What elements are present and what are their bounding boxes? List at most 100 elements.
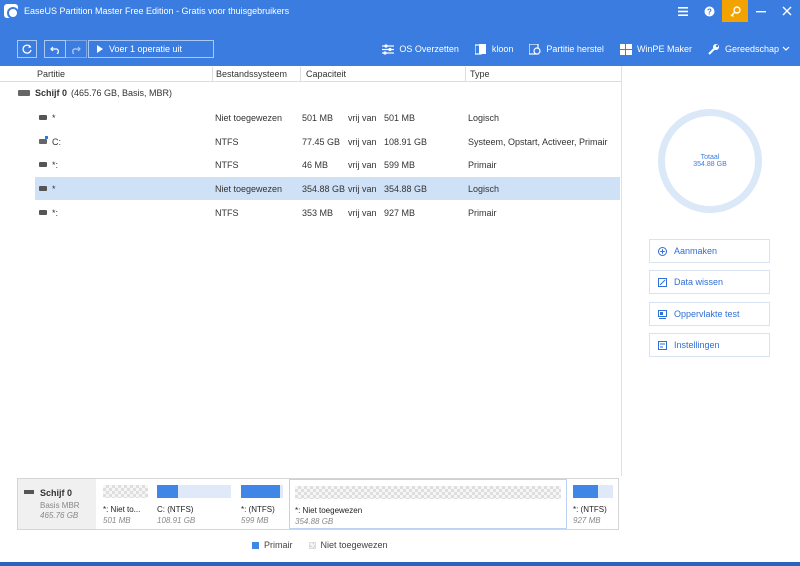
partitie-herstel-label: Partitie herstel [546, 44, 604, 54]
tools-icon [708, 43, 719, 55]
os-overzetten-label: OS Overzetten [399, 44, 459, 54]
disk-map-partition[interactable]: *: (NTFS) 599 MB [236, 479, 288, 529]
help-icon[interactable]: ? [696, 0, 722, 22]
disk-map-partition[interactable]: *: Niet to... 501 MB [98, 479, 153, 529]
legend-primary-label: Primair [264, 540, 293, 550]
refresh-button[interactable] [17, 40, 37, 58]
table-row[interactable]: * Niet toegewezen 501 MB vrij van 501 MB… [35, 106, 620, 129]
partition-icon [39, 210, 47, 215]
os-transfer-icon [382, 43, 395, 55]
disk-map-size: 465.76 GB [40, 511, 79, 520]
partition-total: 599 MB [384, 160, 416, 170]
partition-of: vrij van [348, 184, 377, 194]
undo-icon [49, 46, 59, 54]
gereedschap-label: Gereedschap [724, 44, 779, 54]
data-wissen-button[interactable]: Data wissen [649, 270, 770, 294]
disk-icon [24, 490, 34, 494]
partition-bar-fill [157, 485, 179, 498]
partition-of: vrij van [348, 208, 377, 218]
app-logo-icon [4, 4, 19, 19]
partition-name: *: [52, 160, 59, 170]
oppervlakte-test-button[interactable]: Oppervlakte test [649, 302, 770, 326]
partitie-herstel-button[interactable]: Partitie herstel [529, 43, 604, 55]
partition-map-label: *: (NTFS) [573, 505, 607, 514]
table-row[interactable]: *: NTFS 46 MB vrij van 599 MB Primair [35, 153, 620, 176]
partition-recovery-icon [529, 43, 542, 55]
disk-map: Schijf 0 Basis MBR 465.76 GB *: Niet to.… [17, 478, 619, 530]
partition-filesystem: NTFS [215, 137, 239, 147]
minimize-icon[interactable] [748, 0, 774, 22]
close-icon[interactable] [774, 0, 800, 22]
undo-button[interactable] [44, 40, 66, 58]
header-partition[interactable]: Partitie [37, 69, 65, 79]
header-filesystem[interactable]: Bestandssysteem [216, 69, 287, 79]
toolbar-actions: OS Overzetten kloon Partitie herstel Win… [366, 40, 790, 58]
plus-circle-icon [658, 246, 667, 256]
partition-bar-fill [573, 485, 598, 498]
total-label: Totaal [700, 154, 720, 161]
legend: Primair Niet toegewezen [252, 540, 388, 550]
partition-filesystem: Niet toegewezen [215, 113, 283, 123]
partition-name: C: [52, 137, 61, 147]
disk-map-disk[interactable]: Schijf 0 Basis MBR 465.76 GB [18, 479, 96, 529]
partition-name: * [52, 113, 56, 123]
partition-type: Systeem, Opstart, Activeer, Primair [468, 137, 608, 147]
partition-map-size: 108.91 GB [157, 516, 196, 525]
aanmaken-button[interactable]: Aanmaken [649, 239, 770, 263]
partition-used: 501 MB [302, 113, 334, 123]
disk-0-row[interactable]: Schijf 0 (465.76 GB, Basis, MBR) [18, 86, 172, 100]
kloon-button[interactable]: kloon [474, 43, 514, 55]
partition-filesystem: NTFS [215, 208, 239, 218]
partition-table: Partitie Bestandssysteem Capaciteit Type… [0, 66, 622, 476]
partition-bar [157, 485, 231, 498]
surface-test-icon [658, 309, 667, 319]
disk-info: (465.76 GB, Basis, MBR) [71, 88, 173, 98]
partition-of: vrij van [348, 160, 377, 170]
partition-map-label: C: (NTFS) [157, 505, 194, 514]
disk-map-partition[interactable]: *: (NTFS) 927 MB [568, 479, 618, 529]
key-icon[interactable] [722, 0, 748, 22]
partition-filesystem: Niet toegewezen [215, 184, 283, 194]
windows-icon [619, 43, 632, 55]
gereedschap-button[interactable]: Gereedschap [708, 43, 790, 55]
header-capacity[interactable]: Capaciteit [306, 69, 346, 79]
svg-text:?: ? [707, 7, 712, 16]
redo-button[interactable] [65, 40, 87, 58]
title-bar: EaseUS Partition Master Free Edition - G… [0, 0, 800, 22]
disk-map-partition[interactable]: C: (NTFS) 108.91 GB [152, 479, 236, 529]
kloon-label: kloon [491, 44, 514, 54]
winpe-maker-label: WinPE Maker [636, 44, 692, 54]
winpe-maker-button[interactable]: WinPE Maker [619, 43, 692, 55]
table-row[interactable]: *: NTFS 353 MB vrij van 927 MB Primair [35, 201, 620, 224]
partition-type: Primair [468, 160, 497, 170]
os-overzetten-button[interactable]: OS Overzetten [382, 43, 459, 55]
partition-type: Logisch [468, 113, 500, 123]
legend-primary-swatch [252, 541, 259, 549]
table-row[interactable]: C: NTFS 77.45 GB vrij van 108.91 GB Syst… [35, 130, 620, 153]
partition-name: * [52, 184, 56, 194]
partition-filesystem: NTFS [215, 160, 239, 170]
menu-icon[interactable] [670, 0, 696, 22]
instellingen-label: Instellingen [674, 340, 720, 350]
instellingen-button[interactable]: Instellingen [649, 333, 770, 357]
partition-bar [241, 485, 283, 498]
partition-bar [573, 485, 613, 498]
partition-type: Primair [468, 208, 497, 218]
partition-used: 353 MB [302, 208, 334, 218]
redo-icon [72, 46, 81, 54]
partition-icon [39, 115, 47, 120]
partition-map-size: 354.88 GB [295, 517, 334, 526]
erase-icon [658, 277, 667, 287]
disk-map-partition-selected[interactable]: *: Niet toegewezen 354.88 GB [289, 479, 567, 529]
table-row-selected[interactable]: * Niet toegewezen 354.88 GB vrij van 354… [35, 177, 620, 200]
oppervlakte-test-label: Oppervlakte test [674, 309, 740, 319]
header-type[interactable]: Type [470, 69, 490, 79]
partition-of: vrij van [348, 113, 377, 123]
taskbar-edge [0, 562, 800, 566]
data-wissen-label: Data wissen [674, 277, 724, 287]
partition-map-label: *: Niet to... [103, 505, 141, 514]
execute-operation-button[interactable]: Voer 1 operatie uit [88, 40, 214, 58]
partition-used: 77.45 GB [302, 137, 341, 147]
total-value: 354.88 GB [693, 161, 727, 168]
partition-map-label: *: (NTFS) [241, 505, 275, 514]
